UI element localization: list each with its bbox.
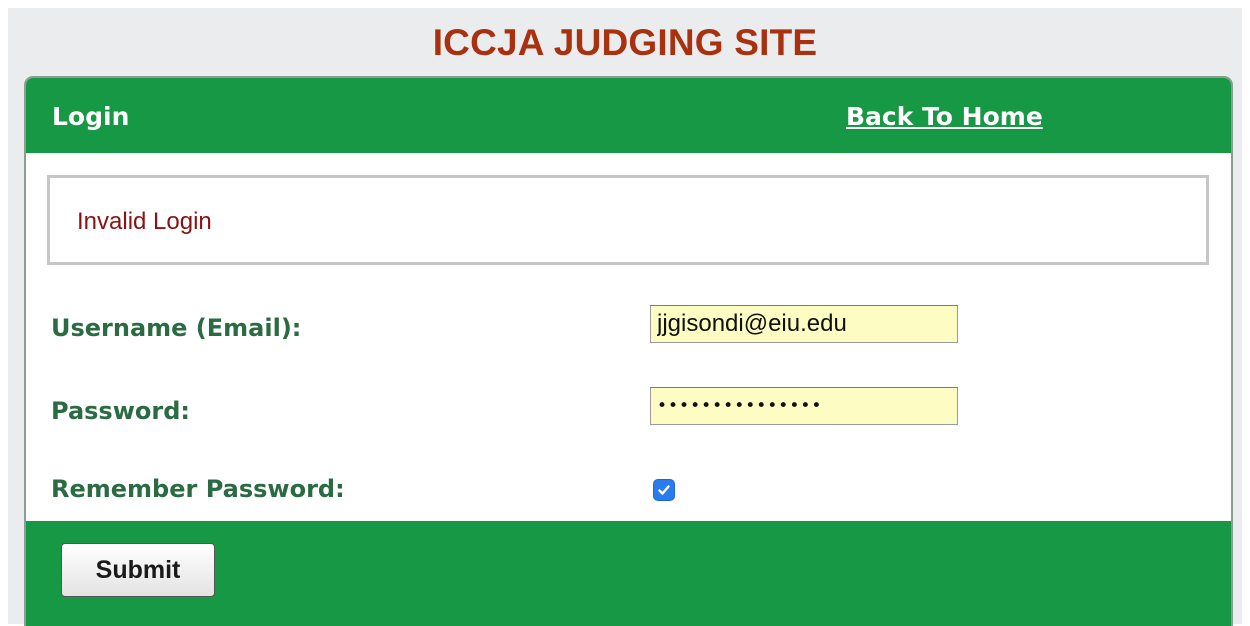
username-input[interactable] (650, 305, 958, 343)
site-title: ICCJA JUDGING SITE (432, 22, 818, 63)
checkmark-icon (658, 485, 670, 495)
error-message-box: Invalid Login (47, 175, 1209, 265)
remember-password-label: Remember Password: (51, 475, 345, 503)
remember-password-checkbox[interactable] (653, 479, 675, 501)
panel-header: Login Back To Home (26, 78, 1231, 153)
login-panel: Login Back To Home Invalid Login Usernam… (24, 76, 1233, 626)
login-heading: Login (52, 102, 130, 131)
password-label: Password: (51, 397, 190, 425)
submit-button[interactable]: Submit (61, 543, 215, 597)
panel-footer: Submit (26, 521, 1231, 626)
back-to-home-link[interactable]: Back To Home (846, 102, 1043, 131)
password-input[interactable] (650, 387, 958, 425)
username-label: Username (Email): (51, 314, 302, 342)
error-message: Invalid Login (77, 208, 212, 235)
